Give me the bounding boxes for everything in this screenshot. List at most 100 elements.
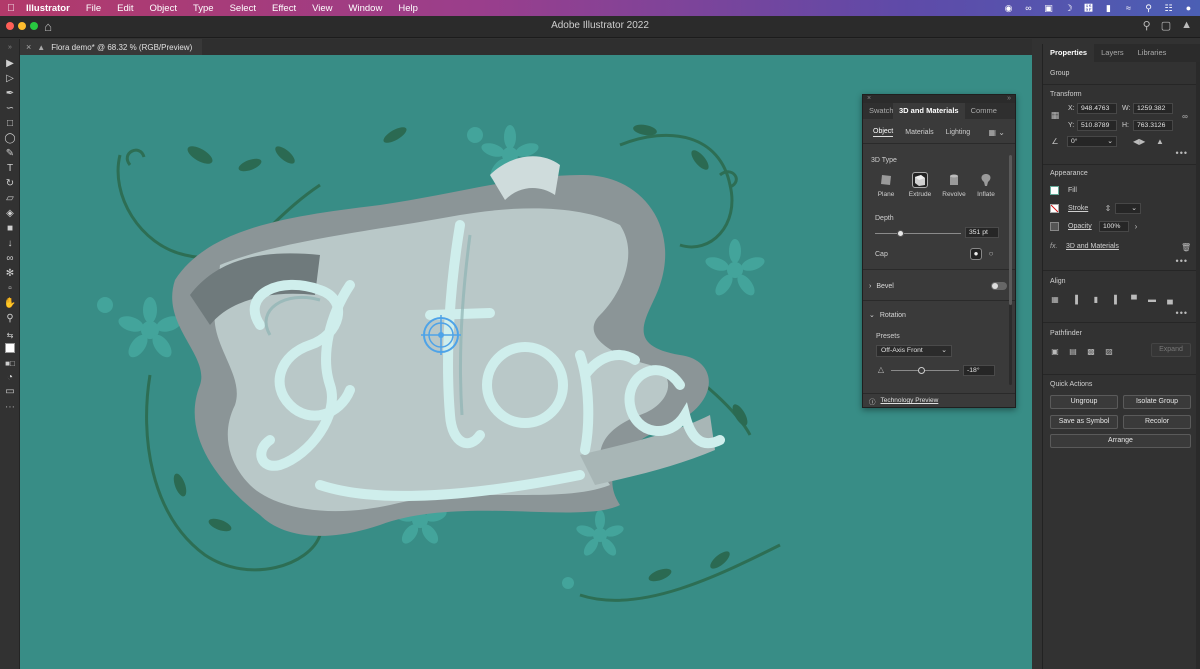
- tab-comments[interactable]: Comme: [965, 103, 1001, 119]
- type-inflate-button[interactable]: Inflate: [971, 173, 1001, 198]
- constrain-proportions-icon[interactable]: ∞: [1180, 112, 1190, 122]
- depth-slider-knob[interactable]: [897, 230, 904, 237]
- pathfinder-unite-icon[interactable]: ▣: [1050, 347, 1060, 357]
- presets-dropdown[interactable]: Off-Axis Front ⌄: [876, 345, 952, 357]
- rotation-slider[interactable]: [891, 366, 959, 376]
- hand-tool-icon[interactable]: ✋: [2, 297, 18, 311]
- symbol-sprayer-tool-icon[interactable]: ✻: [2, 267, 18, 281]
- zoom-tool-icon[interactable]: ⚲: [2, 312, 18, 326]
- align-left-icon[interactable]: ▌: [1073, 295, 1083, 305]
- info-icon[interactable]: ⓘ: [869, 396, 876, 406]
- subtab-lighting[interactable]: Lighting: [946, 129, 971, 136]
- drawing-mode-icon[interactable]: ◔: [2, 371, 18, 385]
- collapse-panel-icon[interactable]: »: [1007, 95, 1011, 103]
- rotation-section[interactable]: ⌄ Rotation: [869, 309, 1007, 321]
- cap-on-icon[interactable]: ●: [970, 248, 982, 260]
- screen-icon[interactable]: ▣: [1043, 3, 1054, 13]
- toolbar-collapse-icon[interactable]: »: [2, 41, 18, 55]
- bevel-toggle[interactable]: [991, 282, 1007, 290]
- chevron-right-icon[interactable]: ›: [1131, 222, 1141, 232]
- ungroup-button[interactable]: Ungroup: [1050, 395, 1118, 409]
- color-mode-icon[interactable]: ■□: [2, 357, 18, 371]
- reference-point-icon[interactable]: ▦: [1050, 110, 1060, 120]
- isolate-group-button[interactable]: Isolate Group: [1123, 395, 1191, 409]
- menu-type[interactable]: Type: [185, 3, 222, 14]
- subtab-materials[interactable]: Materials: [905, 129, 933, 136]
- document-tab[interactable]: × ▲ Flora demo* @ 68.32 % (RGB/Preview): [20, 39, 203, 55]
- tab-swatches[interactable]: Swatch: [863, 103, 893, 119]
- technology-preview-link[interactable]: Technology Preview: [881, 397, 939, 404]
- menu-effect[interactable]: Effect: [264, 3, 304, 14]
- share-icon[interactable]: ▲: [1181, 19, 1192, 32]
- record-icon[interactable]: ◉: [1003, 3, 1014, 13]
- delete-effect-icon[interactable]: 🗑: [1181, 243, 1191, 253]
- eraser-tool-icon[interactable]: ▱: [2, 192, 18, 206]
- wifi-icon[interactable]: ≈: [1123, 3, 1134, 13]
- tab-3d-and-materials[interactable]: 3D and Materials: [893, 103, 965, 119]
- screen-mode-icon[interactable]: ▭: [2, 385, 18, 399]
- rotation-slider-knob[interactable]: [918, 367, 925, 374]
- rotation-value-field[interactable]: -18°: [963, 365, 995, 376]
- depth-value-field[interactable]: 351 pt: [965, 227, 999, 238]
- align-more-options-icon[interactable]: •••: [1176, 308, 1188, 318]
- subtab-object[interactable]: Object: [873, 128, 894, 137]
- workspace-icon[interactable]: ▢: [1161, 19, 1171, 32]
- menu-help[interactable]: Help: [390, 3, 426, 14]
- close-tab-icon[interactable]: ×: [26, 42, 31, 52]
- tab-layers[interactable]: Layers: [1094, 44, 1131, 62]
- align-right-icon[interactable]: ▐: [1109, 295, 1119, 305]
- rectangle-tool-icon[interactable]: □: [2, 117, 18, 131]
- h-field[interactable]: 763.3126: [1133, 120, 1173, 131]
- menu-object[interactable]: Object: [142, 3, 185, 14]
- pathfinder-intersect-icon[interactable]: ▩: [1086, 347, 1096, 357]
- tab-libraries[interactable]: Libraries: [1131, 44, 1174, 62]
- fill-stroke-swatch-icon[interactable]: [2, 343, 18, 357]
- gradient-tool-icon[interactable]: ■: [2, 222, 18, 236]
- siri-icon[interactable]: ●: [1183, 3, 1194, 13]
- fill-swatch[interactable]: [1050, 186, 1059, 195]
- menu-illustrator[interactable]: Illustrator: [22, 3, 78, 14]
- effect-3d-materials-link[interactable]: 3D and Materials: [1066, 243, 1119, 250]
- expand-button[interactable]: Expand: [1151, 343, 1191, 357]
- menu-window[interactable]: Window: [341, 3, 391, 14]
- artboard-tool-icon[interactable]: ▫: [2, 282, 18, 296]
- align-horizontal-center-icon[interactable]: ▮: [1091, 295, 1101, 305]
- opacity-field[interactable]: 100%: [1099, 221, 1129, 232]
- x-field[interactable]: 948.4763: [1077, 103, 1117, 114]
- panel-scrollbar-thumb[interactable]: [1009, 155, 1012, 305]
- blend-tool-icon[interactable]: ∞: [2, 252, 18, 266]
- render-settings-icon[interactable]: ▦ ⌄: [989, 128, 1005, 137]
- selection-tool-icon[interactable]: ▶: [2, 57, 18, 71]
- recolor-button[interactable]: Recolor: [1123, 415, 1191, 429]
- depth-slider[interactable]: [875, 229, 961, 239]
- control-center-icon[interactable]: ☷: [1163, 3, 1174, 13]
- flip-horizontal-icon[interactable]: ◀▶: [1133, 137, 1145, 147]
- type-extrude-button[interactable]: Extrude: [905, 172, 935, 198]
- tab-properties[interactable]: Properties: [1043, 44, 1095, 62]
- stroke-weight-field[interactable]: ⌄: [1115, 203, 1141, 214]
- menu-edit[interactable]: Edit: [109, 3, 141, 14]
- search-icon[interactable]: ⚲: [1143, 3, 1154, 13]
- moon-icon[interactable]: ☽: [1063, 3, 1074, 13]
- pathfinder-exclude-icon[interactable]: ▨: [1104, 347, 1114, 357]
- menu-view[interactable]: View: [304, 3, 340, 14]
- bluetooth-icon[interactable]: ᚟: [1083, 3, 1094, 13]
- transform-more-options-icon[interactable]: •••: [1176, 148, 1188, 158]
- panel-scrollbar[interactable]: [1009, 155, 1012, 385]
- type-revolve-button[interactable]: Revolve: [939, 173, 969, 198]
- swap-fill-stroke-icon[interactable]: ⇆: [2, 329, 18, 343]
- direct-selection-tool-icon[interactable]: ▷: [2, 72, 18, 86]
- flip-vertical-icon[interactable]: ▲: [1155, 137, 1165, 147]
- rotate-tool-icon[interactable]: ↻: [2, 177, 18, 191]
- opacity-label[interactable]: Opacity: [1068, 223, 1092, 230]
- paintbrush-tool-icon[interactable]: ✎: [2, 147, 18, 161]
- w-field[interactable]: 1259.382: [1133, 103, 1173, 114]
- eyedropper-tool-icon[interactable]: ↓: [2, 237, 18, 251]
- stroke-stepper-icon[interactable]: ⇕: [1103, 204, 1113, 214]
- menu-file[interactable]: File: [78, 3, 109, 14]
- save-as-symbol-button[interactable]: Save as Symbol: [1050, 415, 1118, 429]
- menu-select[interactable]: Select: [222, 3, 264, 14]
- more-tools-icon[interactable]: ⋯: [2, 401, 18, 415]
- y-field[interactable]: 510.8789: [1077, 120, 1117, 131]
- battery-icon[interactable]: ▮: [1103, 3, 1114, 13]
